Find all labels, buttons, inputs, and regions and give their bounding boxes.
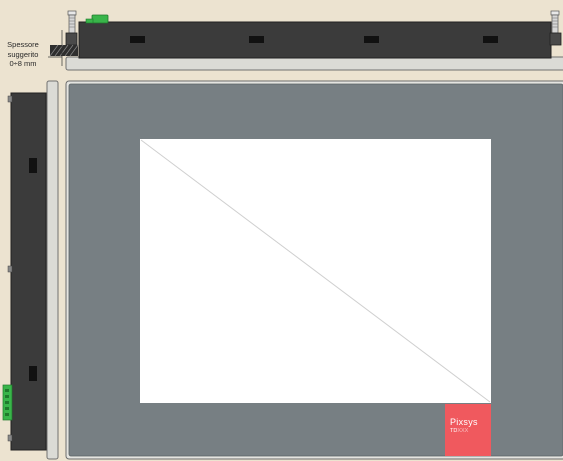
- top-view-frame-lip: [65, 56, 563, 71]
- top-view-housing: [78, 21, 552, 59]
- front-view: [65, 80, 563, 460]
- thickness-note-line2: suggerito: [7, 49, 39, 59]
- model-suffix: XXX: [457, 428, 469, 434]
- top-vent: [364, 36, 379, 43]
- side-clip: [7, 434, 13, 442]
- technical-drawing: [2, 10, 563, 460]
- panel-thickness-hatch: [49, 44, 79, 57]
- brand-logo-badge: Pixsys TDXXX: [445, 404, 491, 456]
- screw-icon: [65, 10, 78, 46]
- top-view: [48, 10, 563, 71]
- screw-icon: [549, 10, 562, 46]
- top-vent: [130, 36, 145, 43]
- model-code: TDXXX: [450, 428, 491, 435]
- top-vent: [483, 36, 498, 43]
- terminal-connector-icon: [85, 14, 109, 24]
- side-vent: [29, 158, 37, 173]
- side-vent: [29, 366, 37, 381]
- side-view-frame-strip: [46, 80, 59, 460]
- thickness-note-line1: Spessore: [7, 40, 39, 49]
- terminal-connector-icon: [2, 384, 13, 421]
- panel-thickness-note: Spessore suggerito 0÷8 mm: [0, 40, 46, 69]
- top-vent: [249, 36, 264, 43]
- device-drawing-canvas: Spessore suggerito 0÷8 mm Pixsys TDXXX: [0, 0, 563, 461]
- side-clip: [7, 95, 13, 103]
- side-view-housing: [10, 92, 47, 451]
- side-clip: [7, 265, 13, 273]
- side-view: [2, 80, 59, 460]
- brand-name: Pixsys: [450, 417, 478, 427]
- thickness-note-line3: 0÷8 mm: [9, 59, 37, 68]
